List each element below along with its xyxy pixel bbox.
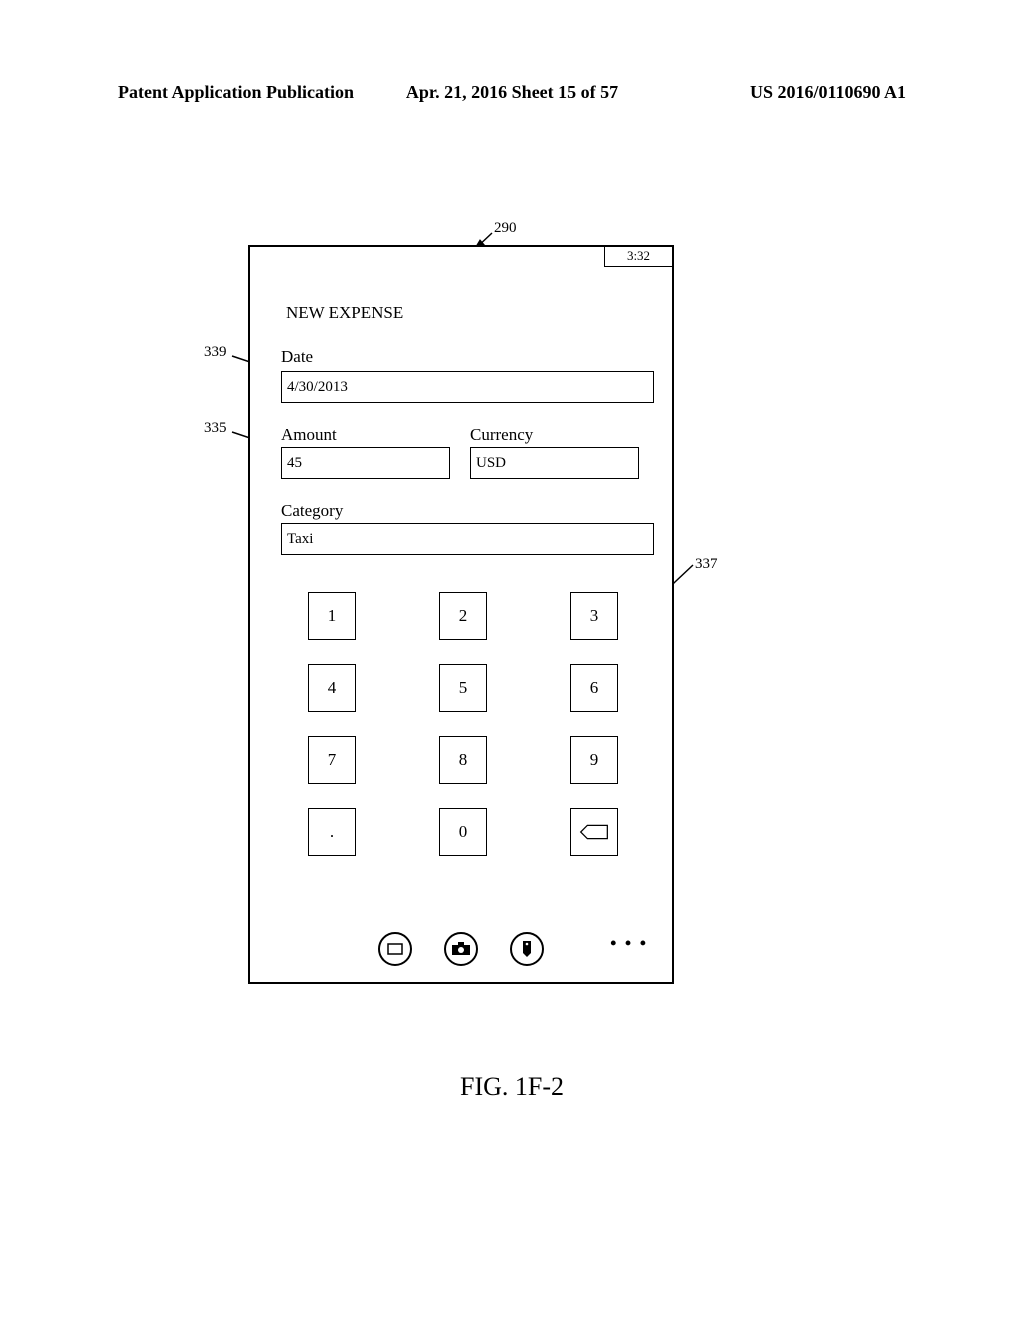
tag-icon — [520, 940, 534, 958]
date-value: 4/30/2013 — [287, 379, 348, 396]
key-3[interactable]: 3 — [570, 592, 618, 640]
status-time: 3:32 — [604, 247, 672, 267]
key-0[interactable]: 0 — [439, 808, 487, 856]
key-7[interactable]: 7 — [308, 736, 356, 784]
camera-icon — [451, 942, 471, 956]
amount-label: Amount — [281, 425, 337, 445]
screen-title: NEW EXPENSE — [286, 303, 403, 323]
device-wrap: 3:32 NEW EXPENSE Date 4/30/2013 Amount C… — [248, 245, 674, 984]
callout-335: 335 — [204, 420, 227, 437]
key-9[interactable]: 9 — [570, 736, 618, 784]
callout-290: 290 — [494, 220, 517, 237]
nav-row — [250, 932, 672, 966]
nav-more-dots[interactable]: • • • — [610, 933, 648, 954]
page-header: Patent Application Publication Apr. 21, … — [0, 82, 1024, 103]
currency-field[interactable]: USD — [470, 447, 639, 479]
device-frame: 3:32 NEW EXPENSE Date 4/30/2013 Amount C… — [248, 245, 674, 984]
date-field[interactable]: 4/30/2013 — [281, 371, 654, 403]
backspace-icon — [579, 823, 609, 841]
key-1[interactable]: 1 — [308, 592, 356, 640]
key-8[interactable]: 8 — [439, 736, 487, 784]
key-2[interactable]: 2 — [439, 592, 487, 640]
receipt-icon — [386, 942, 404, 956]
figure-label: FIG. 1F-2 — [0, 1072, 1024, 1102]
category-value: Taxi — [287, 531, 313, 548]
category-field[interactable]: Taxi — [281, 523, 654, 555]
date-label: Date — [281, 347, 313, 367]
nav-receipt-button[interactable] — [378, 932, 412, 966]
currency-value: USD — [476, 455, 506, 472]
numeric-keypad: 1 2 3 4 5 6 7 8 9 . 0 — [308, 592, 618, 880]
header-left: Patent Application Publication — [118, 82, 354, 103]
category-label: Category — [281, 501, 343, 521]
nav-camera-button[interactable] — [444, 932, 478, 966]
key-5[interactable]: 5 — [439, 664, 487, 712]
key-dot[interactable]: . — [308, 808, 356, 856]
callout-339: 339 — [204, 344, 227, 361]
header-right: US 2016/0110690 A1 — [750, 82, 906, 103]
callout-337: 337 — [695, 556, 718, 573]
key-backspace[interactable] — [570, 808, 618, 856]
nav-tag-button[interactable] — [510, 932, 544, 966]
key-4[interactable]: 4 — [308, 664, 356, 712]
key-6[interactable]: 6 — [570, 664, 618, 712]
header-center: Apr. 21, 2016 Sheet 15 of 57 — [406, 82, 618, 103]
currency-label: Currency — [470, 425, 533, 445]
amount-value: 45 — [287, 455, 302, 472]
amount-field[interactable]: 45 — [281, 447, 450, 479]
